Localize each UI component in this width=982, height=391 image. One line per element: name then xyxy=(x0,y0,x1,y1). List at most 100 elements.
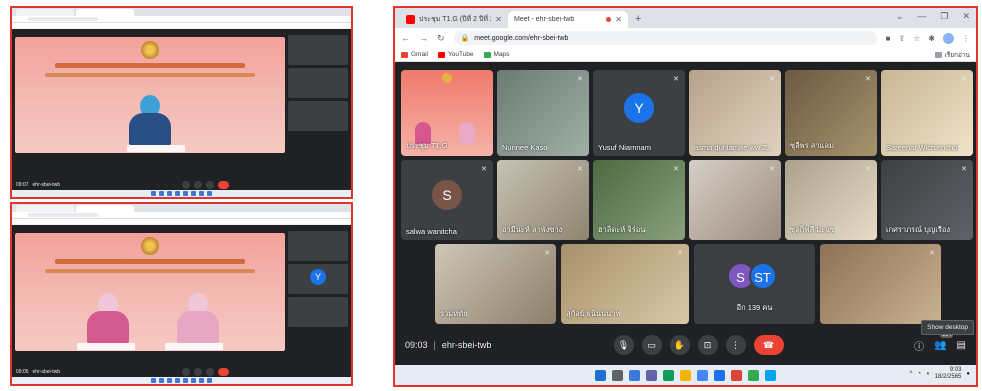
bookmark-gmail[interactable]: Gmail xyxy=(401,51,428,58)
side-tile-others[interactable] xyxy=(288,297,348,327)
participant-tile[interactable]: ✕ ชุลีพร สาแลม xyxy=(785,70,877,156)
mini-camera-button[interactable] xyxy=(194,180,203,189)
tab-meet[interactable]: Meet - ehr-sbei-twb ✕ xyxy=(508,11,628,74)
end-call-button[interactable]: ☎ xyxy=(753,335,784,355)
call-controls: 🎙 ▭ ✋ ⊡ ⋮ ☎ xyxy=(613,335,784,355)
info-icon[interactable]: ⓘ xyxy=(914,338,924,353)
file-explorer-icon[interactable] xyxy=(680,369,691,381)
participant-tile[interactable]: ✕ xyxy=(820,244,941,324)
side-tile[interactable] xyxy=(288,35,348,65)
side-tile-others[interactable] xyxy=(288,101,348,131)
participant-tile[interactable]: ✕ xyxy=(689,160,781,240)
chat-app-icon[interactable] xyxy=(646,369,657,381)
mini-end-call-button[interactable] xyxy=(218,180,230,189)
mic-off-icon: ✕ xyxy=(769,166,775,173)
participant-tile[interactable]: ✕ สุกัลย์ ธนินนนาท xyxy=(561,244,689,324)
menu-icon[interactable]: ⋮ xyxy=(962,34,970,43)
mic-off-icon: ✕ xyxy=(961,76,967,83)
participant-tile[interactable]: S ✕ salwa wanitcha xyxy=(401,160,493,240)
chevron-down-icon[interactable]: ⌄ xyxy=(896,11,904,22)
profile-avatar[interactable] xyxy=(943,32,954,44)
tab-youtube[interactable]: ประชุม T1.G (ปีที่ 2 ปีที่ 2 (หลักสูตร..… xyxy=(400,11,508,28)
mail-icon[interactable] xyxy=(714,369,725,381)
mini-tab[interactable] xyxy=(16,9,74,16)
close-window-button[interactable]: ✕ xyxy=(962,11,970,22)
mini-tab-active[interactable] xyxy=(76,205,134,212)
wifi-icon[interactable]: ◔ xyxy=(917,371,921,377)
chat-icon[interactable]: ▤ xyxy=(957,340,966,351)
participant-tile[interactable]: ✕ Sareenat Wichienchot xyxy=(881,70,973,156)
extensions-icon[interactable]: ✱ xyxy=(928,34,935,43)
mini-present-button[interactable] xyxy=(206,180,215,189)
reading-list[interactable]: เรียกอ่าน xyxy=(934,50,970,60)
mini-meeting-time: 09:05 xyxy=(16,368,29,375)
side-tile[interactable] xyxy=(288,68,348,98)
mini-end-call-button[interactable] xyxy=(218,367,230,376)
store-icon[interactable] xyxy=(697,369,708,381)
chevron-up-icon[interactable]: ^ xyxy=(910,371,913,377)
mini-tab-strip xyxy=(12,204,351,212)
mic-off-icon: ✕ xyxy=(865,166,871,173)
task-view-icon[interactable] xyxy=(629,369,640,381)
app-icon[interactable] xyxy=(765,369,776,381)
participant-tile-others[interactable]: S ST อีก 139 คน xyxy=(694,244,815,324)
participant-tile[interactable]: ✕ เกศราภรณ์ บุญเรือง xyxy=(881,160,973,240)
close-icon[interactable]: ✕ xyxy=(495,15,502,24)
side-tile[interactable] xyxy=(288,231,348,261)
participant-tile[interactable]: Y ✕ Yusuf Niamnam xyxy=(593,70,685,156)
url-field[interactable]: 🔒 meet.google.com/ehr-sbei-twb xyxy=(453,31,877,45)
chrome-icon[interactable] xyxy=(731,369,742,381)
clock[interactable]: 9:03 18/2/2565 xyxy=(935,367,962,381)
volume-icon[interactable]: ◖ xyxy=(926,371,930,377)
side-tile-yusuf[interactable]: Y xyxy=(288,264,348,294)
notification-icon[interactable]: ● xyxy=(966,371,970,377)
raise-hand-button[interactable]: ✋ xyxy=(669,335,690,355)
present-button[interactable]: ⊡ xyxy=(697,335,718,355)
camera-button[interactable]: ▭ xyxy=(641,335,662,355)
meeting-info: 09:03 | ehr-sbei-twb xyxy=(405,340,491,350)
close-icon[interactable]: ✕ xyxy=(615,15,622,24)
meeting-code: ehr-sbei-twb xyxy=(441,340,492,350)
participant-tile[interactable]: ✕ Nurinee Kaso xyxy=(497,70,589,156)
bookmark-youtube[interactable]: YouTube xyxy=(437,51,474,58)
star-icon[interactable]: ☆ xyxy=(913,34,920,43)
mini-present-button[interactable] xyxy=(206,367,215,376)
participant-tile[interactable]: ✕ ซุลกิฟลี มะแซ xyxy=(785,160,877,240)
lock-icon: 🔒 xyxy=(460,35,470,42)
meet-app-icon[interactable] xyxy=(748,369,759,381)
start-icon[interactable] xyxy=(595,369,606,381)
mini-tab-active[interactable] xyxy=(76,9,134,16)
bookmark-maps[interactable]: Maps xyxy=(483,51,509,58)
camera-permission-icon[interactable]: ■ xyxy=(886,34,891,43)
clock-time: 9:03 xyxy=(949,367,962,373)
share-icon[interactable]: ⇪ xyxy=(898,34,905,43)
participant-tile[interactable]: ✕ ฮาลิดะห์ จิร่อน xyxy=(593,160,685,240)
people-button[interactable]: 👥154 xyxy=(934,331,954,351)
mini-address-bar[interactable] xyxy=(12,212,351,219)
forward-icon[interactable]: → xyxy=(419,33,428,43)
participant-name: Sareenat Wichienchot xyxy=(886,143,960,152)
mic-off-icon: ✕ xyxy=(865,76,871,83)
mic-button[interactable]: 🎙 xyxy=(613,335,634,355)
participant-tile[interactable]: ✕ asma dunlamae ww Z... xyxy=(689,70,781,156)
mic-off-icon: ✕ xyxy=(544,250,550,257)
back-icon[interactable]: ← xyxy=(401,33,410,43)
mini-camera-button[interactable] xyxy=(194,367,203,376)
mini-mic-button[interactable] xyxy=(182,367,191,376)
mini-address-bar[interactable] xyxy=(12,16,351,23)
participant-tile[interactable]: ✕ รวมหทัย xyxy=(435,244,556,324)
new-tab-button[interactable]: + xyxy=(628,13,648,28)
minimize-button[interactable]: — xyxy=(917,11,926,22)
participant-tile[interactable]: ✕ อามีนะห์ ลาพังซาง xyxy=(497,160,589,240)
presenter-figure xyxy=(175,293,221,343)
participant-tile[interactable]: ประชุม T1.G xyxy=(401,70,493,156)
maximize-button[interactable]: ❐ xyxy=(940,11,948,22)
edge-icon[interactable] xyxy=(663,369,674,381)
more-options-button[interactable]: ⋮ xyxy=(725,335,746,355)
mini-tab[interactable] xyxy=(16,205,74,212)
search-icon[interactable] xyxy=(612,369,623,381)
url-text: meet.google.com/ehr-sbei-twb xyxy=(474,34,569,42)
reload-icon[interactable]: ↻ xyxy=(437,33,445,44)
mini-control-bar: 09:07 ehr-sbei-twb xyxy=(12,179,351,190)
mini-mic-button[interactable] xyxy=(182,180,191,189)
